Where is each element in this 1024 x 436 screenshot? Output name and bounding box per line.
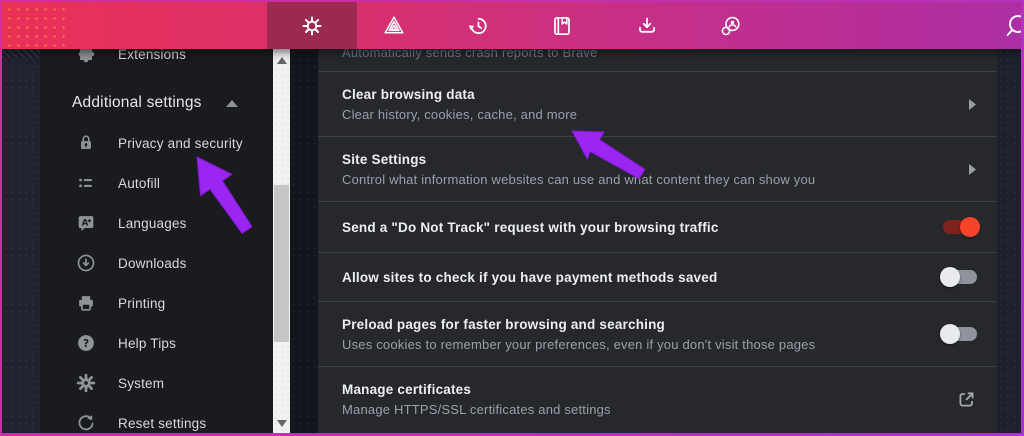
download-icon — [635, 14, 659, 38]
privacy-settings-panel: Automatically sends crash reports to Bra… — [318, 49, 997, 433]
browser-settings-page: Extensions Additional settings Privacy a… — [2, 2, 1021, 433]
chevron-up-icon — [226, 100, 238, 107]
page-background-middle — [290, 49, 318, 433]
tab-downloads[interactable] — [605, 2, 689, 49]
settings-rows: Clear browsing data Clear history, cooki… — [318, 71, 997, 432]
reset-icon — [74, 411, 98, 433]
row-preload-pages[interactable]: Preload pages for faster browsing and se… — [318, 301, 997, 366]
svg-text:?: ? — [83, 338, 89, 350]
brave-triangle-icon — [382, 14, 406, 38]
sidebar-item-printing[interactable]: Printing — [40, 283, 273, 323]
toggle-knob — [960, 217, 980, 237]
row-title: Send a "Do Not Track" request with your … — [342, 220, 719, 235]
row-payment-methods[interactable]: Allow sites to check if you have payment… — [318, 252, 997, 301]
sidebar-item-label: Downloads — [118, 256, 187, 271]
settings-sidebar: Extensions Additional settings Privacy a… — [40, 49, 273, 433]
row-title: Clear browsing data — [342, 87, 577, 102]
row-subtitle: Control what information websites can us… — [342, 172, 815, 187]
sidebar-item-privacy-and-security[interactable]: Privacy and security — [40, 123, 273, 163]
settings-header-bar — [2, 2, 1021, 49]
decor-hatch — [2, 49, 40, 58]
sidebar-item-label: Languages — [118, 216, 187, 231]
lock-icon — [74, 131, 98, 155]
external-link-icon — [956, 389, 977, 410]
tab-bookmarks[interactable] — [520, 2, 604, 49]
sidebar-item-help-tips[interactable]: ? Help Tips — [40, 323, 273, 363]
sidebar-item-reset-settings[interactable]: Reset settings — [40, 403, 273, 433]
sidebar-scrollbar[interactable] — [273, 49, 290, 433]
printer-icon — [74, 291, 98, 315]
chevron-right-icon — [969, 164, 977, 175]
page-background-right — [997, 49, 1021, 433]
sidebar-item-system[interactable]: System — [40, 363, 273, 403]
sidebar-item-languages[interactable]: A Languages — [40, 203, 273, 243]
search-icon[interactable] — [1003, 8, 1021, 44]
row-subtitle: Clear history, cookies, cache, and more — [342, 107, 577, 122]
sidebar-item-label: Autofill — [118, 176, 160, 191]
row-subtitle: Manage HTTPS/SSL certificates and settin… — [342, 402, 611, 417]
row-clear-browsing-data[interactable]: Clear browsing data Clear history, cooki… — [318, 71, 997, 136]
toggle-payment-methods[interactable] — [943, 270, 977, 284]
tab-brave-shields[interactable] — [352, 2, 436, 49]
toggle-knob — [940, 267, 960, 287]
help-icon: ? — [74, 331, 98, 355]
sidebar-item-label: Reset settings — [118, 416, 206, 431]
screenshot-border: Extensions Additional settings Privacy a… — [0, 0, 1024, 436]
scrollbar-thumb[interactable] — [274, 185, 289, 342]
sidebar-item-label: Privacy and security — [118, 136, 243, 151]
chevron-right-icon — [969, 99, 977, 110]
row-title: Manage certificates — [342, 382, 611, 397]
scrollbar-up-arrow[interactable] — [277, 57, 287, 64]
scrollbar-down-arrow[interactable] — [277, 420, 287, 427]
gear-icon — [74, 371, 98, 395]
tab-settings[interactable] — [267, 2, 357, 49]
history-icon — [466, 14, 490, 38]
row-title: Allow sites to check if you have payment… — [342, 270, 717, 285]
sidebar-item-label: System — [118, 376, 164, 391]
row-site-settings[interactable]: Site Settings Control what information w… — [318, 136, 997, 201]
profile-icon — [719, 14, 743, 38]
download-circle-icon — [74, 251, 98, 275]
translate-icon: A — [74, 211, 98, 235]
svg-text:A: A — [82, 218, 89, 228]
row-title: Site Settings — [342, 152, 815, 167]
sidebar-item-label: Help Tips — [118, 336, 176, 351]
book-icon — [550, 14, 574, 38]
tab-history[interactable] — [436, 2, 520, 49]
toggle-preload-pages[interactable] — [943, 327, 977, 341]
decor-dots — [5, 5, 69, 47]
list-icon — [74, 171, 98, 195]
sidebar-item-downloads[interactable]: Downloads — [40, 243, 273, 283]
row-manage-certificates[interactable]: Manage certificates Manage HTTPS/SSL cer… — [318, 366, 997, 432]
row-subtitle: Uses cookies to remember your preference… — [342, 337, 815, 352]
page-background-left — [2, 49, 40, 433]
sidebar-section-additional-settings[interactable]: Additional settings — [72, 87, 273, 119]
toggle-knob — [940, 324, 960, 344]
row-do-not-track[interactable]: Send a "Do Not Track" request with your … — [318, 201, 997, 252]
tab-profile[interactable] — [689, 2, 773, 49]
gear-icon — [300, 14, 324, 38]
sidebar-item-label: Printing — [118, 296, 165, 311]
toggle-do-not-track[interactable] — [943, 220, 977, 234]
section-label: Additional settings — [72, 94, 202, 112]
row-title: Preload pages for faster browsing and se… — [342, 317, 815, 332]
sidebar-item-autofill[interactable]: Autofill — [40, 163, 273, 203]
